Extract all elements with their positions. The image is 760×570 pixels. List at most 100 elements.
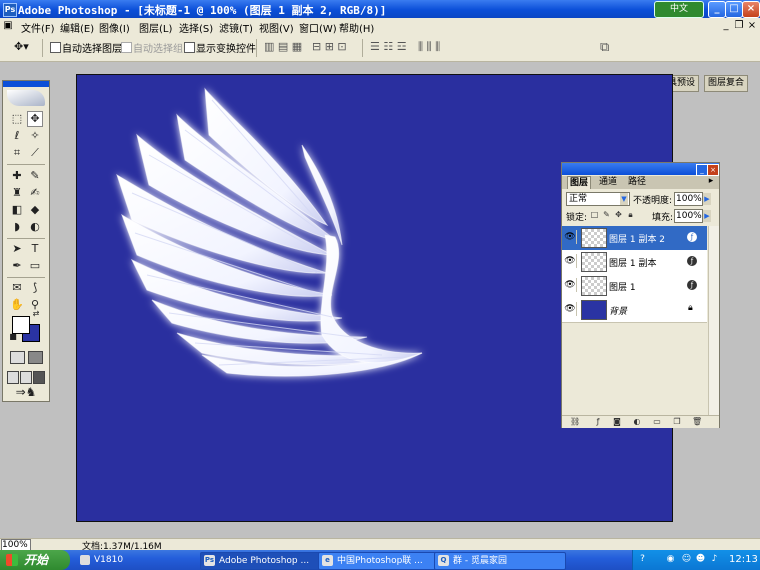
foreground-color-swatch[interactable] <box>12 316 30 334</box>
menu-help[interactable]: 帮助(H) <box>339 20 374 35</box>
auto-select-layer-checkbox[interactable] <box>50 42 61 53</box>
align-icons[interactable]: ▥ ▤ ▦ <box>264 40 302 53</box>
layer-row[interactable]: 👁︎ 图层 1 ƒ <box>562 274 707 299</box>
quick-mask-icon[interactable] <box>28 351 43 364</box>
new-group-icon[interactable]: ▭ <box>652 417 662 427</box>
blend-mode-dropdown-icon[interactable]: ▼ <box>620 193 628 205</box>
imageready-jump-icon[interactable]: ⇒♞ <box>9 384 43 400</box>
new-layer-icon[interactable]: ❐ <box>672 417 682 427</box>
menu-image[interactable]: 图像(I) <box>99 20 130 35</box>
quick-launch[interactable]: V1810 <box>80 553 123 567</box>
healing-brush-icon[interactable]: ✚ <box>9 168 25 184</box>
doc-minimize-icon[interactable]: _ <box>720 20 732 32</box>
add-style-icon[interactable]: ƒ <box>593 417 603 427</box>
lock-image-icon[interactable]: ✎ <box>602 210 611 219</box>
document-icon[interactable]: ▣ <box>2 20 14 32</box>
lock-transparent-icon[interactable]: □ <box>590 210 599 219</box>
close-button[interactable]: × <box>742 1 760 18</box>
marquee-tool-icon[interactable]: ⬚ <box>9 111 25 127</box>
doc-restore-icon[interactable]: ❐ <box>733 20 745 32</box>
layer-style-icon[interactable]: ƒ <box>687 280 697 290</box>
type-tool-icon[interactable]: T <box>27 241 43 257</box>
visibility-eye-icon[interactable]: 👁︎ <box>564 254 577 268</box>
layer-style-icon[interactable]: ƒ <box>687 256 697 266</box>
layer-name[interactable]: 图层 1 副本 <box>609 256 656 269</box>
path-selection-icon[interactable]: ➤ <box>9 241 25 257</box>
slice-tool-icon[interactable]: ⟋ <box>27 145 43 161</box>
help-icon[interactable]: ? <box>637 554 648 565</box>
link-layers-icon[interactable]: ⛓ <box>570 417 580 427</box>
menu-edit[interactable]: 编辑(E) <box>60 20 94 35</box>
blur-tool-icon[interactable]: ◗ <box>9 219 25 235</box>
move-tool-icon[interactable]: ✥▾ <box>14 40 29 53</box>
qq-icon[interactable]: ☺ <box>681 554 692 565</box>
lock-all-icon[interactable]: 🔒︎ <box>626 210 635 219</box>
swap-colors-icon[interactable]: ⇄ <box>31 309 41 319</box>
crop-tool-icon[interactable]: ⌗ <box>9 145 25 161</box>
minimize-button[interactable]: _ <box>708 1 726 18</box>
pen-tool-icon[interactable]: ✒ <box>9 258 25 274</box>
lock-position-icon[interactable]: ✥ <box>614 210 623 219</box>
visibility-eye-icon[interactable]: 👁︎ <box>564 302 577 316</box>
tab-layers[interactable]: 图层 <box>567 176 592 189</box>
paint-bucket-icon[interactable]: ◆ <box>27 202 43 218</box>
palette-well-icon[interactable]: ⧉ <box>600 40 609 55</box>
clone-stamp-icon[interactable]: ♜ <box>9 185 25 201</box>
fill-slider-icon[interactable]: ▶ <box>703 210 711 222</box>
menu-file[interactable]: 文件(F) <box>21 20 55 35</box>
align-edge-icons[interactable]: ⊟ ⊞ ⊡ <box>312 40 347 53</box>
layer-name[interactable]: 图层 1 <box>609 280 636 293</box>
notes-tool-icon[interactable]: ✉ <box>9 280 25 296</box>
start-button[interactable]: 开始 <box>0 550 70 570</box>
layer-name[interactable]: 图层 1 副本 2 <box>609 232 665 245</box>
show-transform-checkbox[interactable] <box>184 42 195 53</box>
task-chat[interactable]: Q 群 - 觅晨家园 <box>434 552 566 570</box>
delete-layer-icon[interactable]: 🗑︎ <box>692 417 702 427</box>
tab-channels[interactable]: 通道 <box>597 176 619 188</box>
eyedropper-icon[interactable]: ⟆ <box>27 280 43 296</box>
layers-scrollbar[interactable] <box>708 226 719 416</box>
ime-indicator[interactable]: 中文 <box>654 1 704 18</box>
hand-tool-icon[interactable]: ✋ <box>9 297 25 313</box>
dodge-tool-icon[interactable]: ◐ <box>27 219 43 235</box>
distribute-icons[interactable]: ☰ ☷ ☲ <box>370 40 407 53</box>
maximize-button[interactable]: □ <box>725 1 743 18</box>
panel-menu-icon[interactable]: ▸ <box>706 176 716 186</box>
layer-style-icon[interactable]: ƒ <box>687 232 697 242</box>
panel-close-icon[interactable]: × <box>707 164 719 176</box>
distribute-horizontal-icons[interactable]: ⫼ ⫼ ⫼ <box>418 40 440 54</box>
task-photoshop[interactable]: Ps Adobe Photoshop ... <box>200 552 332 570</box>
move-tool-icon[interactable]: ✥ <box>27 111 43 127</box>
opacity-slider-icon[interactable]: ▶ <box>703 193 711 205</box>
brush-tool-icon[interactable]: ✎ <box>27 168 43 184</box>
fill-input[interactable]: 100% <box>674 209 703 223</box>
menu-view[interactable]: 视图(V) <box>259 20 294 35</box>
doc-close-icon[interactable]: × <box>746 20 758 32</box>
layer-row[interactable]: 👁︎ 图层 1 副本 ƒ <box>562 250 707 275</box>
layer-row[interactable]: 👁︎ 图层 1 副本 2 ƒ <box>562 226 707 251</box>
standard-mode-icon[interactable] <box>10 351 25 364</box>
visibility-eye-icon[interactable]: 👁︎ <box>564 230 577 244</box>
screen-mode-full-icon[interactable] <box>33 371 45 384</box>
eraser-tool-icon[interactable]: ◧ <box>9 202 25 218</box>
add-mask-icon[interactable]: ◙ <box>612 417 622 427</box>
lasso-tool-icon[interactable]: ℓ <box>9 128 25 144</box>
magic-wand-icon[interactable]: ✧ <box>27 128 43 144</box>
screen-mode-standard-icon[interactable] <box>7 371 19 384</box>
messenger-icon[interactable]: ☻ <box>695 554 706 565</box>
auto-select-group-checkbox[interactable] <box>121 42 132 53</box>
layer-row[interactable]: 👁︎ 背景 🔒︎ <box>562 298 707 323</box>
menu-filter[interactable]: 滤镜(T) <box>219 20 253 35</box>
volume-icon[interactable]: ♪ <box>709 554 720 565</box>
adjustment-layer-icon[interactable]: ◐ <box>632 417 642 427</box>
layer-name[interactable]: 背景 <box>609 304 627 317</box>
opacity-input[interactable]: 100% <box>674 192 703 206</box>
toolbox-titlebar[interactable] <box>3 81 49 87</box>
menu-window[interactable]: 窗口(W) <box>299 20 337 35</box>
tab-layer-comps[interactable]: 图层复合 <box>704 75 749 92</box>
screen-mode-menu-icon[interactable] <box>20 371 32 384</box>
menu-layer[interactable]: 图层(L) <box>139 20 172 35</box>
tab-paths[interactable]: 路径 <box>626 176 648 188</box>
task-browser[interactable]: e 中国Photoshop联 ... <box>318 552 448 570</box>
network-icon[interactable]: ◉ <box>665 554 676 565</box>
